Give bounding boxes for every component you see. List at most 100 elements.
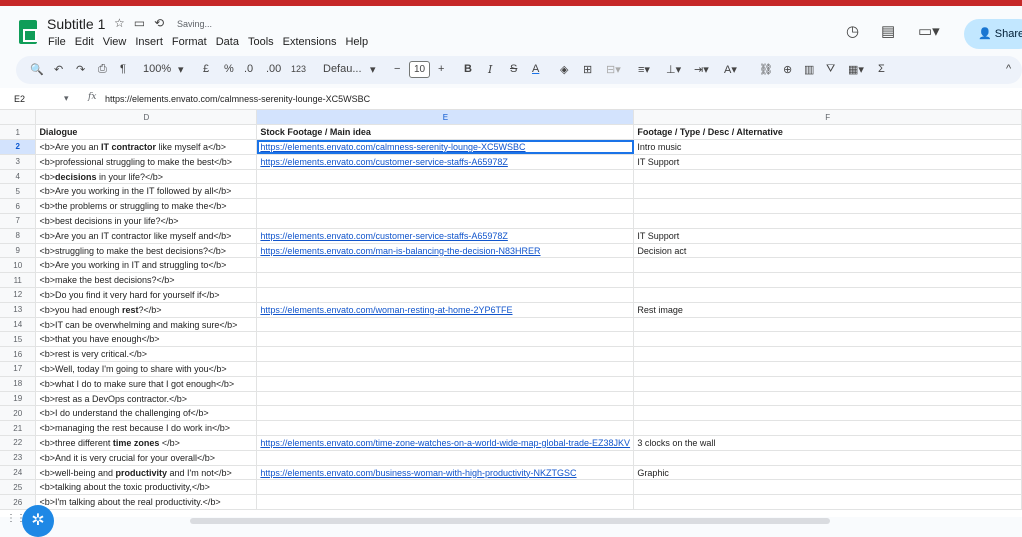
name-box[interactable]: E2 [14,94,25,104]
font-size-input[interactable]: 10 [409,61,430,78]
insert-comment-icon[interactable]: ⊕ [783,63,792,76]
cell-footage-type[interactable] [633,479,1022,496]
cell-dialogue[interactable]: <b>the problems or struggling to make th… [35,198,258,215]
cell-footage-type[interactable]: IT Support [633,228,1022,244]
menu-item-tools[interactable]: Tools [248,36,274,48]
number-format-button[interactable]: 123 [291,64,306,74]
print-icon[interactable]: ⎙ [98,63,107,76]
row-header[interactable]: 5 [0,183,37,200]
filter-icon[interactable]: ⛛ [826,63,835,76]
chevron-down-icon[interactable]: ▾ [64,93,69,104]
cell-stock-footage[interactable] [256,317,635,333]
cell-dialogue[interactable]: Dialogue [35,124,258,141]
row-header[interactable]: 10 [0,257,37,274]
cell-stock-footage[interactable] [256,169,635,185]
borders-icon[interactable]: ⊞ [583,63,592,76]
cell-footage-type[interactable] [633,405,1022,422]
cell-dialogue[interactable]: <b>three different time zones </b> [35,435,258,451]
row-header[interactable]: 12 [0,287,37,303]
cell-footage-type[interactable]: Intro music [633,139,1022,155]
cell-dialogue[interactable]: <b>what I do to make sure that I got eno… [35,376,258,392]
cell-footage-type[interactable] [633,183,1022,200]
percent-button[interactable]: % [224,63,234,75]
font-select[interactable]: Defau... [323,63,362,75]
search-menus-icon[interactable]: 🔍 [30,63,44,76]
cell-stock-footage[interactable] [256,287,635,303]
row-header[interactable]: 8 [0,228,37,244]
menu-item-extensions[interactable]: Extensions [283,36,337,48]
row-header[interactable]: 17 [0,361,37,377]
row-header[interactable]: 19 [0,391,37,407]
cell-dialogue[interactable]: <b>Are you working in the IT followed by… [35,183,258,200]
cell-stock-footage[interactable] [256,405,635,422]
cell-footage-type[interactable] [633,376,1022,392]
cell-dialogue[interactable]: <b>you had enough rest?</b> [35,302,258,318]
star-icon[interactable]: ☆ [114,16,125,30]
row-header[interactable]: 18 [0,376,37,392]
cell-dialogue[interactable]: <b>I'm talking about the real productivi… [35,494,258,511]
menu-item-data[interactable]: Data [216,36,239,48]
cell-footage-type[interactable] [633,494,1022,511]
cell-footage-type[interactable] [633,213,1022,229]
menu-item-view[interactable]: View [103,36,127,48]
cell-stock-footage[interactable]: Stock Footage / Main idea [256,124,635,141]
font-size-decrease-button[interactable]: − [394,63,400,75]
menu-item-file[interactable]: File [48,36,66,48]
cell-footage-type[interactable]: Rest image [633,302,1022,318]
row-header[interactable]: 1 [0,124,37,141]
filter-views-icon[interactable]: ▦▾ [848,63,864,76]
row-header[interactable]: 21 [0,420,37,437]
cell-stock-footage[interactable] [256,331,635,348]
cell-footage-type[interactable] [633,450,1022,466]
cell-footage-type[interactable] [633,361,1022,377]
cell-dialogue[interactable]: <b>Are you an IT contractor like myself … [35,228,258,244]
row-header[interactable]: 2 [0,139,37,155]
collapse-toolbar-icon[interactable]: ^ [1006,63,1011,75]
cell-footage-type[interactable] [633,198,1022,215]
cell-dialogue[interactable]: <b>rest is very critical.</b> [35,346,258,363]
document-title[interactable]: Subtitle 1 [47,16,105,32]
cell-dialogue[interactable]: <b>IT can be overwhelming and making sur… [35,317,258,333]
cell-footage-type[interactable] [633,391,1022,407]
cell-dialogue[interactable]: <b>And it is very crucial for your overa… [35,450,258,466]
cell-stock-footage[interactable] [256,479,635,496]
column-header-f[interactable]: F [633,110,1022,126]
row-header[interactable]: 25 [0,479,37,496]
menu-item-help[interactable]: Help [345,36,368,48]
cell-stock-footage[interactable]: https://elements.envato.com/customer-ser… [256,228,635,244]
cell-dialogue[interactable]: <b>Do you find it very hard for yourself… [35,287,258,303]
cell-dialogue[interactable]: <b>rest as a DevOps contractor.</b> [35,391,258,407]
text-rotation-icon[interactable]: A▾ [724,63,737,76]
cell-stock-footage[interactable] [256,420,635,437]
cell-footage-type[interactable] [633,331,1022,348]
menu-item-insert[interactable]: Insert [135,36,163,48]
formula-input[interactable]: https://elements.envato.com/calmness-ser… [105,94,370,104]
cell-stock-footage[interactable] [256,376,635,392]
cell-dialogue[interactable]: <b>talking about the toxic productivity,… [35,479,258,496]
font-size-increase-button[interactable]: + [438,63,444,75]
cell-stock-footage[interactable] [256,272,635,289]
cell-footage-type[interactable] [633,346,1022,363]
menu-item-format[interactable]: Format [172,36,207,48]
cell-stock-footage[interactable]: https://elements.envato.com/time-zone-wa… [256,435,635,451]
cell-dialogue[interactable]: <b>that you have enough</b> [35,331,258,348]
spreadsheet-grid[interactable]: D E F 1 Dialogue Stock Footage / Main idea… [0,110,1022,517]
row-header[interactable]: 3 [0,154,37,170]
bold-button[interactable]: B [464,63,472,75]
sync-icon[interactable]: ⟲ [154,16,164,30]
chevron-down-icon[interactable]: ▾ [178,63,184,76]
increase-decimal-button[interactable]: .00 [266,63,281,75]
cell-stock-footage[interactable] [256,213,635,229]
functions-button[interactable]: Σ [878,63,885,75]
corner-select-all[interactable] [0,110,37,126]
menu-item-edit[interactable]: Edit [75,36,94,48]
link-icon[interactable]: ⛓ [759,63,773,76]
fill-color-icon[interactable]: ◈ [560,63,568,76]
move-folder-icon[interactable]: ▭ [134,16,145,30]
cell-dialogue[interactable]: <b>make the best decisions?</b> [35,272,258,289]
chevron-down-icon[interactable]: ▾ [370,63,376,76]
row-header[interactable]: 9 [0,243,37,259]
zoom-select[interactable]: 100% [143,63,171,75]
cell-dialogue[interactable]: <b>professional struggling to make the b… [35,154,258,170]
cell-stock-footage[interactable] [256,361,635,377]
